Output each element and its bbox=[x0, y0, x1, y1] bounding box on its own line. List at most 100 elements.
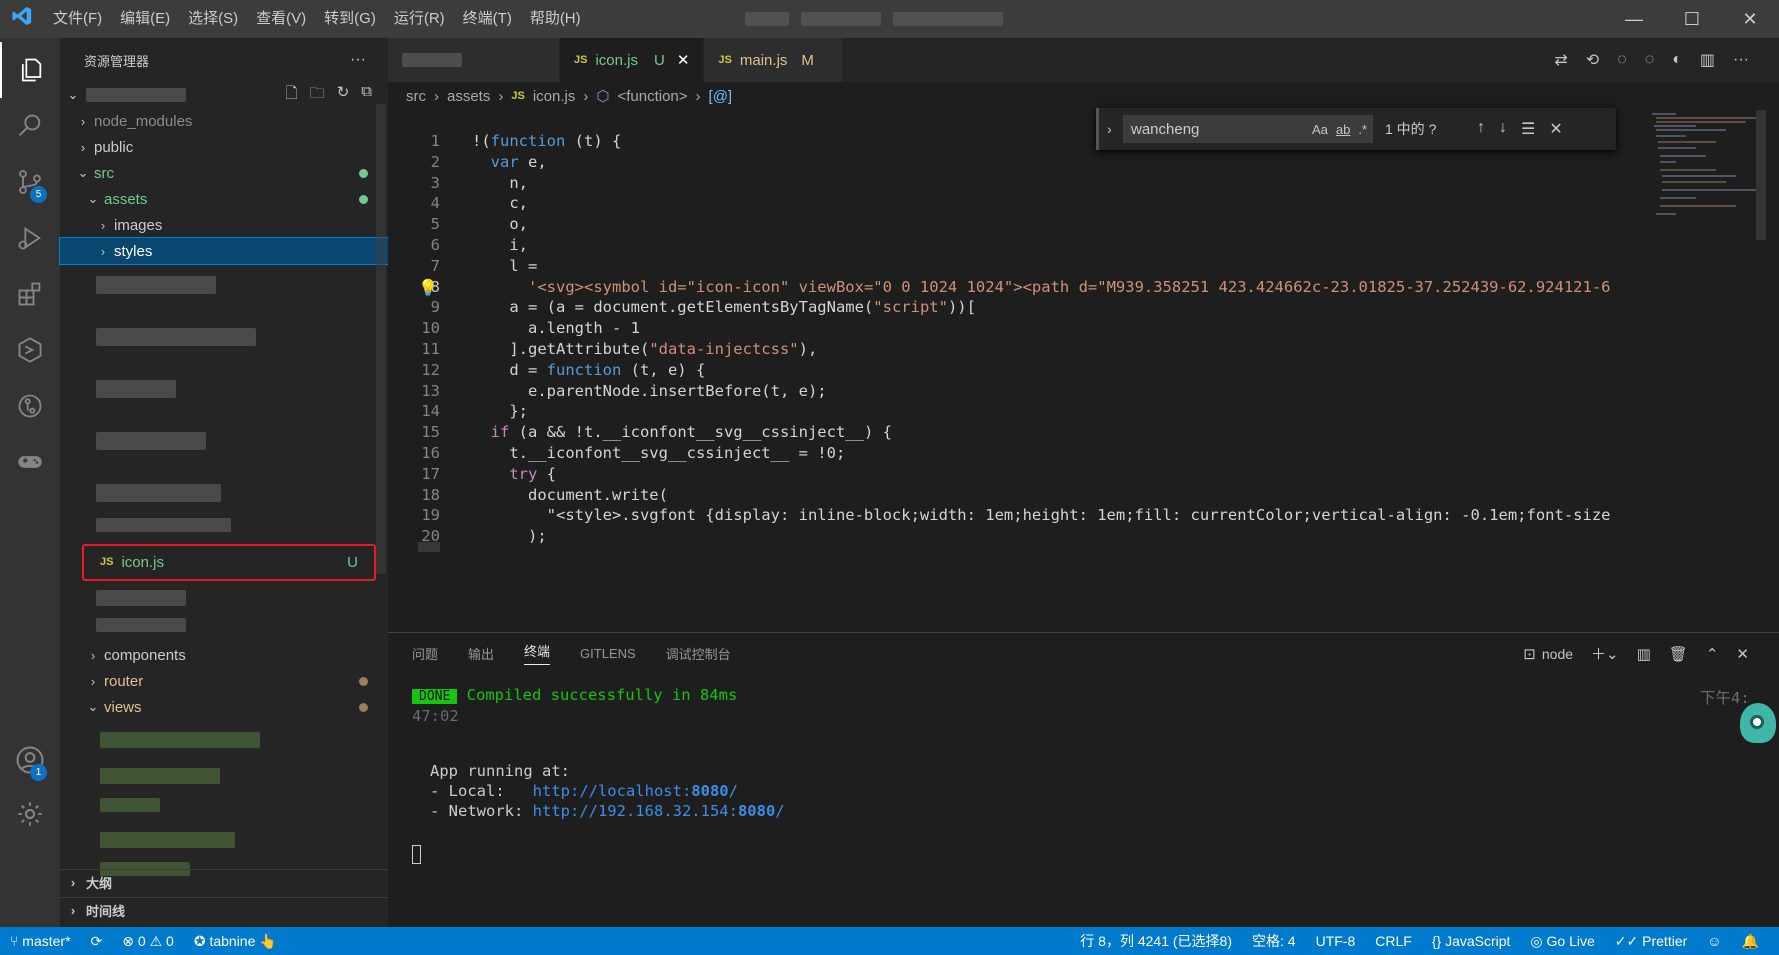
open-changes-icon[interactable]: ⟲ bbox=[1586, 50, 1599, 70]
network-url[interactable]: http://192.168.32.154: bbox=[533, 802, 738, 820]
network-port[interactable]: 8080 bbox=[738, 802, 775, 820]
network-url-tail[interactable]: / bbox=[775, 802, 784, 820]
minimize-icon[interactable]: — bbox=[1605, 0, 1663, 38]
prettier-status[interactable]: ✓✓ Prettier bbox=[1605, 933, 1697, 950]
split-terminal-icon[interactable]: ▥ bbox=[1637, 645, 1651, 663]
tab-redacted[interactable] bbox=[388, 38, 560, 82]
remote-explorer-icon[interactable] bbox=[0, 322, 60, 378]
tree-file-icon-js[interactable]: JS icon.js U bbox=[60, 549, 370, 575]
lightbulb-icon[interactable]: 💡 bbox=[418, 278, 438, 297]
menu-edit[interactable]: 编辑(E) bbox=[111, 0, 179, 38]
prev-revision-icon[interactable]: ◌ bbox=[1617, 51, 1627, 69]
regex-toggle[interactable]: .* bbox=[1358, 122, 1367, 137]
find-input[interactable]: wancheng Aa ab .* bbox=[1123, 115, 1373, 143]
menu-terminal[interactable]: 终端(T) bbox=[454, 0, 521, 38]
compare-changes-icon[interactable]: ⇄ bbox=[1554, 50, 1567, 70]
workspace-root[interactable]: ⌄ 🗋 🗀 ↻ ⧉ bbox=[60, 82, 388, 108]
match-case-toggle[interactable]: Aa bbox=[1312, 122, 1328, 137]
outline-section[interactable]: › 大纲 bbox=[60, 869, 388, 895]
terminal-shell-select[interactable]: node bbox=[1542, 646, 1573, 662]
tree-folder-node-modules[interactable]: › node_modules bbox=[60, 108, 388, 134]
search-icon[interactable] bbox=[0, 98, 60, 154]
new-terminal-icon[interactable]: ＋⌄ bbox=[1591, 643, 1619, 664]
horizontal-scrollbar[interactable] bbox=[418, 542, 440, 552]
toggle-replace-icon[interactable]: › bbox=[1107, 121, 1112, 137]
branch-status[interactable]: ⑂ master* bbox=[0, 933, 81, 949]
tab-debug-console[interactable]: 调试控制台 bbox=[666, 644, 731, 663]
problems-status[interactable]: ⊗ 0 ⚠ 0 bbox=[112, 933, 184, 950]
menu-help[interactable]: 帮助(H) bbox=[521, 0, 590, 38]
new-file-icon[interactable]: 🗋 bbox=[286, 83, 298, 108]
find-in-selection-icon[interactable]: ☰ bbox=[1521, 119, 1535, 139]
tab-terminal[interactable]: 终端 bbox=[524, 641, 551, 665]
match-word-toggle[interactable]: ab bbox=[1336, 122, 1350, 137]
line-ending[interactable]: CRLF bbox=[1365, 933, 1422, 949]
menu-selection[interactable]: 选择(S) bbox=[179, 0, 247, 38]
close-window-icon[interactable]: ✕ bbox=[1721, 0, 1779, 38]
sync-icon[interactable]: ⟳ bbox=[81, 933, 113, 950]
indentation[interactable]: 空格: 4 bbox=[1242, 931, 1306, 951]
account-icon[interactable]: 1 bbox=[0, 732, 60, 788]
close-panel-icon[interactable]: ✕ bbox=[1736, 645, 1749, 663]
settings-gear-icon[interactable] bbox=[0, 786, 60, 842]
breadcrumb-file[interactable]: icon.js bbox=[533, 88, 576, 105]
feedback-icon[interactable]: ☺ bbox=[1697, 933, 1731, 949]
more-actions-icon[interactable]: ··· bbox=[1733, 51, 1749, 69]
extensions-icon[interactable] bbox=[0, 266, 60, 322]
go-live-button[interactable]: ◎ Go Live bbox=[1520, 933, 1604, 950]
breadcrumb-assets[interactable]: assets bbox=[447, 88, 490, 105]
refresh-icon[interactable]: ↻ bbox=[337, 83, 350, 108]
local-port[interactable]: 8080 bbox=[691, 782, 728, 800]
menu-go[interactable]: 转到(G) bbox=[315, 0, 385, 38]
local-url[interactable]: http://localhost: bbox=[533, 782, 692, 800]
run-debug-icon[interactable] bbox=[0, 210, 60, 266]
sidebar-scrollbar[interactable] bbox=[376, 104, 386, 574]
collapse-all-icon[interactable]: ⧉ bbox=[361, 83, 372, 108]
gamepad-icon[interactable] bbox=[0, 434, 60, 490]
gitlens-icon[interactable] bbox=[0, 378, 60, 434]
breadcrumb-variable[interactable]: [@] bbox=[709, 88, 733, 105]
menu-run[interactable]: 运行(R) bbox=[385, 0, 454, 38]
close-find-icon[interactable]: ✕ bbox=[1549, 119, 1562, 139]
arrow-up-icon[interactable]: ↑ bbox=[1477, 119, 1485, 139]
close-tab-icon[interactable]: ✕ bbox=[677, 51, 690, 69]
language-mode[interactable]: {} JavaScript bbox=[1422, 933, 1521, 949]
breadcrumb-function[interactable]: <function> bbox=[617, 88, 687, 105]
tree-folder-styles[interactable]: › styles bbox=[59, 237, 389, 265]
menu-file[interactable]: 文件(F) bbox=[44, 0, 111, 38]
tree-folder-images[interactable]: › images bbox=[60, 212, 388, 238]
tree-folder-assets[interactable]: ⌄ assets bbox=[60, 186, 388, 212]
minimap[interactable] bbox=[1636, 110, 1766, 626]
notifications-bell-icon[interactable]: 🔔 bbox=[1732, 933, 1769, 950]
terminal-cursor[interactable] bbox=[412, 845, 421, 864]
tab-main-js[interactable]: JS main.js M bbox=[704, 38, 843, 82]
tree-folder-public[interactable]: › public bbox=[60, 134, 388, 160]
tree-folder-components[interactable]: › components bbox=[60, 642, 388, 668]
next-revision-icon[interactable]: ◌ bbox=[1645, 51, 1655, 69]
tab-icon-js[interactable]: JS icon.js U ✕ bbox=[560, 38, 705, 82]
gitlens-blame-icon[interactable]: ◐ bbox=[1672, 51, 1682, 69]
encoding[interactable]: UTF-8 bbox=[1306, 933, 1366, 949]
tree-folder-views[interactable]: ⌄ views bbox=[60, 694, 388, 720]
menu-view[interactable]: 查看(V) bbox=[247, 0, 315, 38]
tabnine-status[interactable]: ✪ tabnine 👆 bbox=[184, 933, 287, 950]
maximize-panel-icon[interactable]: ⌃ bbox=[1706, 645, 1719, 663]
tree-folder-src[interactable]: ⌄ src bbox=[60, 160, 388, 186]
editor-scrollbar[interactable] bbox=[1756, 110, 1766, 240]
timeline-section[interactable]: › 时间线 bbox=[60, 897, 388, 923]
source-control-icon[interactable]: 5 bbox=[0, 154, 60, 210]
explorer-icon[interactable] bbox=[0, 42, 60, 98]
trash-icon[interactable]: 🗑 bbox=[1669, 645, 1688, 663]
more-actions-icon[interactable]: ··· bbox=[350, 51, 366, 69]
tab-gitlens[interactable]: GITLENS bbox=[580, 646, 636, 661]
local-url-tail[interactable]: / bbox=[729, 782, 738, 800]
arrow-down-icon[interactable]: ↓ bbox=[1499, 119, 1507, 139]
split-editor-icon[interactable]: ▥ bbox=[1700, 50, 1715, 70]
tree-folder-router[interactable]: › router bbox=[60, 668, 388, 694]
code-editor[interactable]: 1 2 3 4 5 6 7 8 9 10 11 12 13 14 15 16 17 18 19 20 !(functi… bbox=[388, 110, 1636, 626]
cursor-position[interactable]: 行 8，列 4241 (已选择8) bbox=[1070, 931, 1242, 951]
new-folder-icon[interactable]: 🗀 bbox=[310, 83, 325, 108]
tab-problems[interactable]: 问题 bbox=[412, 644, 438, 663]
breadcrumb-src[interactable]: src bbox=[406, 88, 426, 105]
tab-output[interactable]: 输出 bbox=[468, 644, 494, 663]
